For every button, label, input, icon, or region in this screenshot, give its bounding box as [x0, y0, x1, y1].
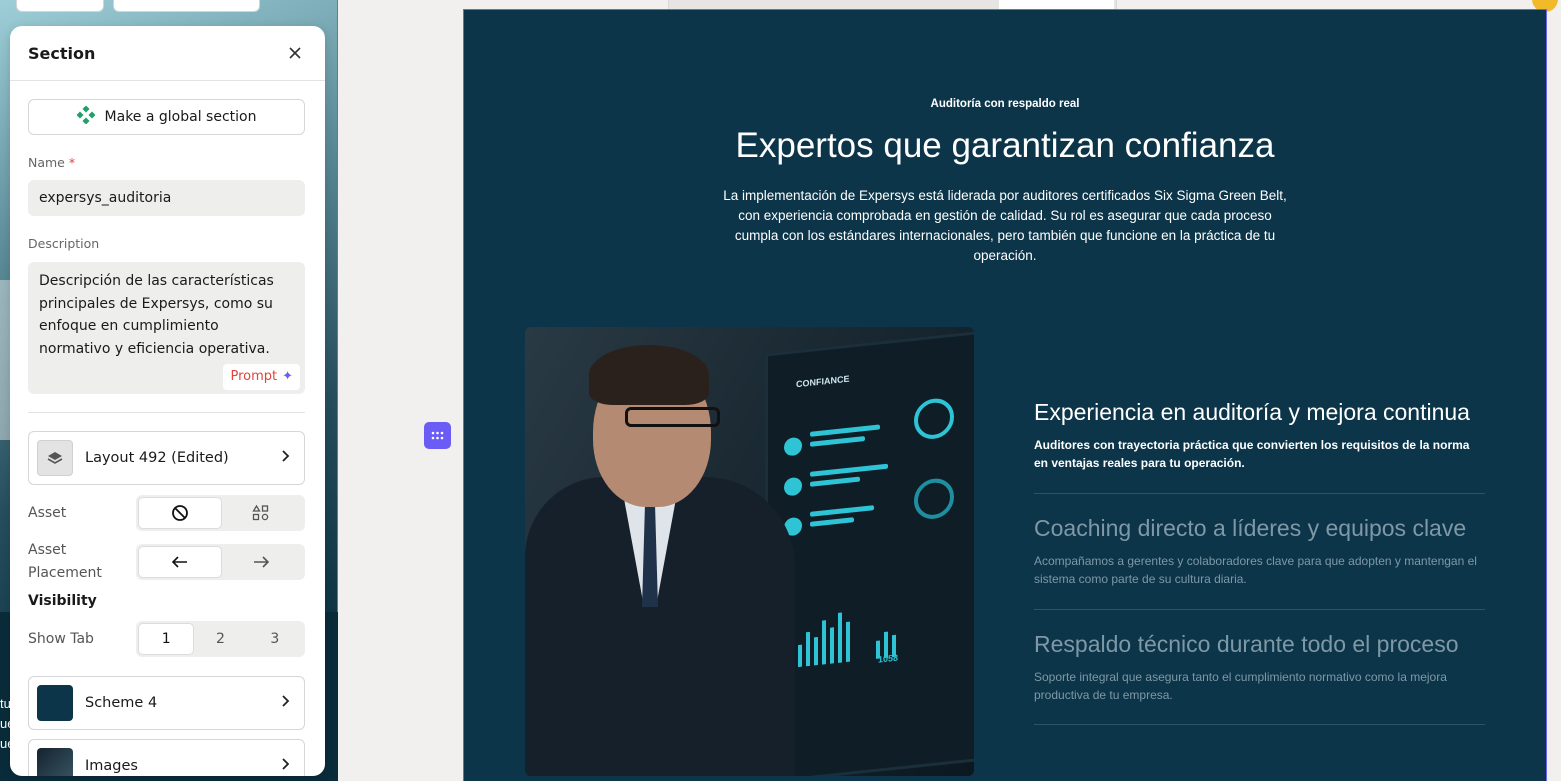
feature-title: Experiencia en auditoría y mejora contin…: [1034, 399, 1470, 425]
images-thumbnail: [37, 748, 73, 776]
make-global-section-label: Make a global section: [104, 109, 257, 125]
dashboard-monitor: CONFIANCE 1058: [765, 330, 974, 776]
section-intro: La implementación de Expersys está lider…: [723, 188, 1287, 263]
progress-ring-icon: [914, 476, 954, 521]
asset-placement-label: Asset Placement: [28, 542, 102, 581]
shapes-icon: [252, 504, 269, 521]
progress-line: [810, 463, 888, 477]
chart-bar: [830, 627, 834, 664]
visibility-heading: Visibility: [28, 593, 97, 609]
chart-bar: [838, 612, 842, 663]
scheme-swatch: [37, 685, 73, 721]
chart-bar: [822, 620, 826, 665]
arrow-left-icon: [171, 556, 187, 568]
auditor-photo: CONFIANCE 1058: [525, 327, 974, 776]
asset-shapes-option[interactable]: [221, 498, 303, 528]
show-tab-toggle: 1 2 3: [136, 621, 305, 657]
placement-right-option[interactable]: [221, 547, 303, 577]
feature-body: Auditores con trayectoria práctica que c…: [1034, 438, 1470, 470]
show-tab-option-2[interactable]: 2: [193, 624, 247, 654]
show-tab-option-3[interactable]: 3: [248, 624, 302, 654]
layout-label: Layout 492 (Edited): [85, 450, 229, 466]
scheme-label: Scheme 4: [85, 695, 158, 711]
top-toolbar-button[interactable]: [16, 0, 104, 12]
sparkle-icon: ✦: [282, 368, 293, 384]
arrow-right-icon: [254, 556, 270, 568]
section-settings-panel: Section Make a global section Name * exp…: [10, 26, 325, 776]
images-selector[interactable]: Images: [28, 739, 305, 776]
name-field[interactable]: expersys_auditoria: [28, 180, 305, 216]
chart-bar: [806, 631, 810, 667]
check-ring-icon: [914, 396, 954, 441]
feature-item-3[interactable]: Respaldo técnico durante todo el proceso…: [1034, 630, 1485, 704]
feature-item-1[interactable]: Experiencia en auditoría y mejora contin…: [1034, 398, 1485, 472]
progress-line: [810, 424, 880, 437]
drag-handle-icon[interactable]: [424, 422, 451, 449]
check-icon: [784, 476, 802, 497]
feature-title: Coaching directo a líderes y equipos cla…: [1034, 515, 1467, 541]
show-tab-row: Show Tab 1 2 3: [28, 621, 305, 657]
selection-outline: [337, 0, 338, 612]
layout-selector[interactable]: Layout 492 (Edited): [28, 431, 305, 485]
chart-bar: [814, 636, 818, 666]
panel-header: Section: [10, 26, 325, 81]
person-hair: [589, 345, 709, 405]
feature-divider: [1034, 724, 1485, 725]
description-label: Description: [28, 236, 100, 251]
global-component-icon: [75, 105, 96, 128]
asset-placement-row: Asset Placement: [28, 539, 305, 585]
progress-line: [810, 476, 860, 487]
name-label: Name *: [28, 155, 76, 170]
monitor-number: 1058: [878, 652, 899, 665]
layers-icon: [37, 440, 73, 476]
feature-title: Respaldo técnico durante todo el proceso: [1034, 631, 1459, 657]
feature-body: Acompañamos a gerentes y colaboradores c…: [1034, 554, 1477, 586]
progress-line: [810, 517, 854, 527]
required-marker: *: [68, 155, 76, 170]
color-scheme-selector[interactable]: Scheme 4: [28, 676, 305, 730]
show-tab-option-1[interactable]: 1: [139, 624, 194, 654]
top-toolbar-button[interactable]: [113, 0, 260, 12]
no-asset-option[interactable]: [139, 498, 221, 528]
asset-label: Asset: [28, 504, 67, 521]
name-value: expersys_auditoria: [39, 190, 172, 206]
feature-item-2[interactable]: Coaching directo a líderes y equipos cla…: [1034, 514, 1485, 588]
chart-bar: [798, 644, 802, 668]
description-value: Descripción de las características princ…: [39, 273, 274, 357]
asset-toggle: [136, 495, 305, 531]
prompt-button[interactable]: Prompt ✦: [223, 363, 300, 390]
progress-line: [810, 505, 874, 517]
feature-divider: [1034, 493, 1485, 494]
section-heading: Expertos que garantizan confianza: [735, 126, 1275, 165]
glasses: [625, 407, 720, 427]
feature-divider: [1034, 609, 1485, 610]
section-eyebrow: Auditoría con respaldo real: [930, 98, 1080, 110]
feature-body: Soporte integral que asegura tanto el cu…: [1034, 670, 1447, 702]
chart-bar: [846, 621, 850, 663]
panel-title: Section: [28, 43, 96, 63]
no-asset-icon: [171, 505, 188, 521]
placement-left-option[interactable]: [139, 547, 221, 577]
asset-placement-toggle: [136, 544, 305, 580]
panel-divider: [28, 412, 305, 413]
progress-line: [810, 436, 865, 447]
selected-section-preview[interactable]: Auditoría con respaldo real Expertos que…: [463, 9, 1547, 781]
monitor-title: CONFIANCE: [796, 373, 850, 390]
check-icon: [784, 436, 802, 457]
make-global-section-button[interactable]: Make a global section: [28, 99, 305, 135]
chevron-right-icon: [280, 694, 290, 712]
chevron-right-icon: [280, 757, 290, 775]
images-label: Images: [85, 758, 138, 774]
asset-row: Asset: [28, 495, 305, 531]
show-tab-label: Show Tab: [28, 630, 94, 647]
chevron-right-icon: [280, 449, 290, 467]
description-field[interactable]: Descripción de las características princ…: [28, 262, 305, 394]
close-icon[interactable]: [283, 41, 307, 65]
